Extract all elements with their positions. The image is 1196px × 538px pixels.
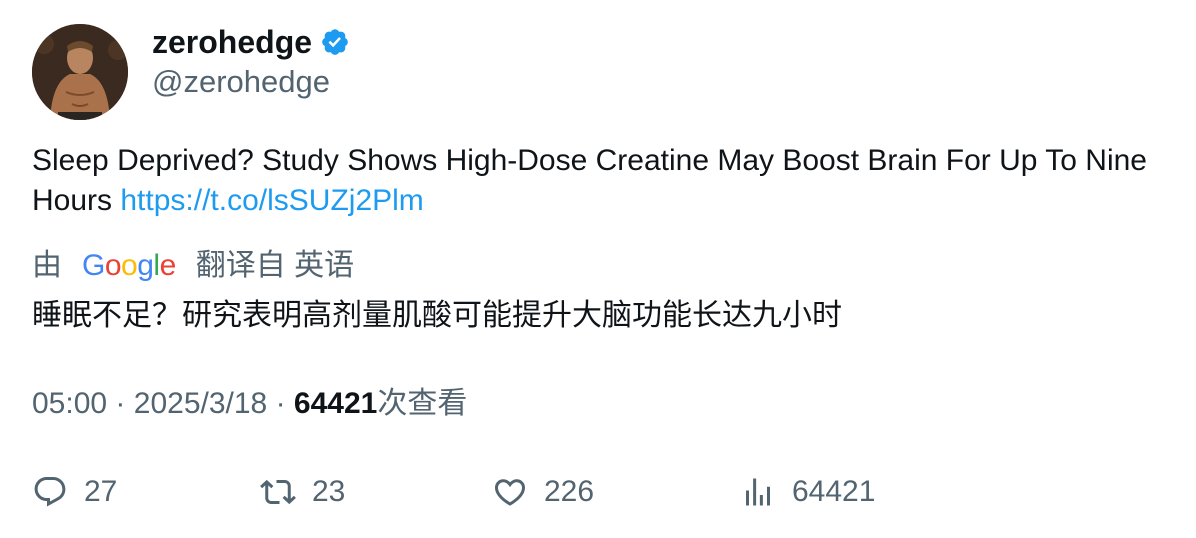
translation-prefix: 由 bbox=[32, 249, 62, 282]
google-logo: Google bbox=[82, 249, 176, 282]
display-name[interactable]: zerohedge bbox=[152, 22, 312, 62]
views-count: 64421 bbox=[792, 475, 876, 508]
views-chart-icon bbox=[746, 478, 770, 506]
translated-text: 睡眠不足？研究表明高剂量肌酸可能提升大脑功能长达九小时 bbox=[32, 299, 842, 332]
meta-separator-2: · bbox=[275, 387, 286, 420]
meta-separator: · bbox=[115, 387, 126, 420]
author-name-row: zerohedge bbox=[152, 22, 350, 62]
avatar[interactable] bbox=[32, 24, 128, 120]
retweet-button[interactable]: 23 bbox=[260, 470, 345, 514]
views-label: 次查看 bbox=[377, 387, 468, 420]
reply-count: 27 bbox=[84, 475, 118, 508]
reply-button[interactable]: 27 bbox=[32, 470, 117, 514]
tweet-date[interactable]: 2025/3/18 bbox=[134, 387, 267, 420]
action-bar: 27 23 226 64421 bbox=[32, 470, 932, 514]
reply-icon bbox=[34, 477, 66, 507]
tweet-text: Sleep Deprived? Study Shows High-Dose Cr… bbox=[32, 141, 1172, 221]
translation-attribution[interactable]: 由 Google 翻译自 英语 bbox=[32, 246, 354, 286]
view-count: 64421 bbox=[293, 387, 378, 420]
verified-badge-icon[interactable] bbox=[320, 27, 350, 57]
views-button[interactable]: 64421 bbox=[740, 470, 875, 514]
author-handle[interactable]: @zerohedge bbox=[152, 62, 330, 102]
tweet-time[interactable]: 05:00 bbox=[32, 387, 107, 420]
heart-icon bbox=[494, 479, 526, 506]
tweet-meta: 05:00 · 2025/3/18 · 64421次查看 bbox=[32, 384, 467, 424]
like-count: 226 bbox=[544, 475, 595, 508]
like-button[interactable]: 226 bbox=[492, 470, 594, 514]
translation-suffix: 翻译自 英语 bbox=[195, 249, 355, 282]
retweet-icon bbox=[260, 479, 296, 505]
tweet-link[interactable]: https://t.co/lsSUZj2Plm bbox=[120, 184, 423, 217]
retweet-count: 23 bbox=[312, 475, 346, 508]
